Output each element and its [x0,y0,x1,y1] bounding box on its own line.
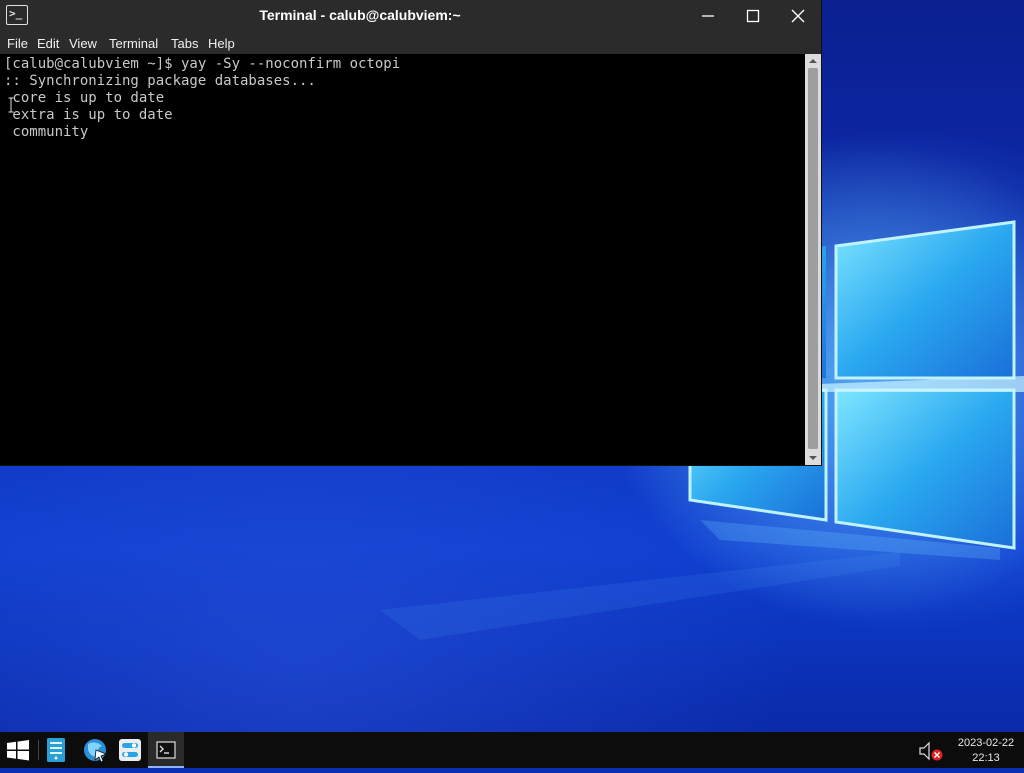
menu-edit[interactable]: Edit [37,36,59,51]
terminal-window: >_ Terminal - calub@calubviem:~ File Edi… [0,0,821,465]
windows-start-icon [7,740,29,761]
terminal-icon [156,741,176,759]
close-button[interactable] [776,0,820,31]
terminal-line: community [4,124,89,140]
taskbar-terminal[interactable] [148,732,184,768]
title-bar[interactable]: >_ Terminal - calub@calubviem:~ [0,0,821,31]
maximize-icon [746,9,760,23]
text-cursor-icon [8,97,14,113]
terminal-text: [calub@calubviem ~]$ yay -Sy --noconfirm… [0,54,805,141]
clock-date: 2023-02-22 [957,737,1015,749]
taskbar-file-manager[interactable] [38,732,74,768]
scrollbar-thumb[interactable] [808,68,818,449]
scroll-up-arrow-icon[interactable] [805,54,821,68]
browser-icon [84,739,108,763]
clock-time: 22:13 [972,752,1000,764]
taskbar: 2023-02-22 22:13 [0,732,1024,768]
terminal-output-area[interactable]: [calub@calubviem ~]$ yay -Sy --noconfirm… [0,54,805,465]
file-manager-icon [47,738,65,762]
menu-file[interactable]: File [7,36,28,51]
menu-view[interactable]: View [69,36,97,51]
terminal-line: [calub@calubviem ~]$ yay -Sy --noconfirm… [4,56,401,72]
scroll-down-arrow-icon[interactable] [805,451,821,465]
terminal-line: core is up to date [4,90,165,106]
minimize-button[interactable] [686,0,730,31]
vertical-scrollbar[interactable] [805,54,821,465]
menu-tabs[interactable]: Tabs [171,36,198,51]
start-button[interactable] [0,732,36,768]
menu-bar: File Edit View Terminal Tabs Help [0,31,821,54]
taskbar-settings[interactable] [112,732,148,768]
taskbar-browser[interactable] [76,732,112,768]
terminal-line: extra is up to date [4,107,173,123]
menu-terminal[interactable]: Terminal [109,36,158,51]
minimize-icon [702,15,714,17]
settings-icon [119,739,141,761]
volume-muted-icon[interactable] [916,740,944,762]
terminal-line: :: Synchronizing package databases... [4,73,316,89]
close-icon [791,9,805,23]
menu-help[interactable]: Help [208,36,235,51]
system-clock[interactable]: 2023-02-22 22:13 [950,736,1022,766]
maximize-button[interactable] [731,0,775,31]
window-title: Terminal - calub@calubviem:~ [259,7,461,23]
